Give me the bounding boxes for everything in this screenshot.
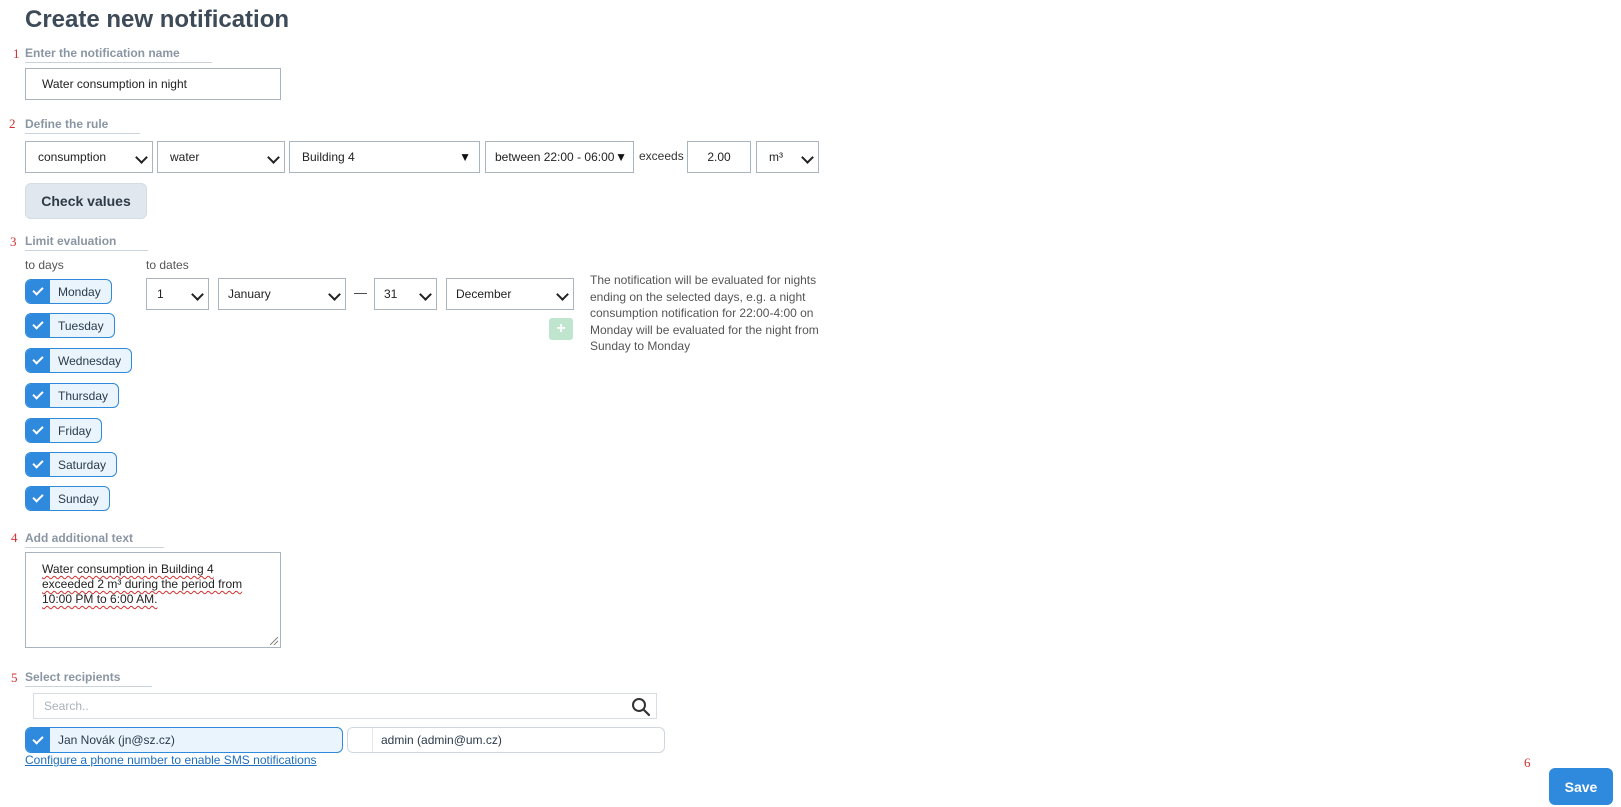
medium-select-value: water <box>170 150 200 164</box>
day-label: Saturday <box>58 457 107 472</box>
building-select[interactable]: Building 4 ▼ <box>289 141 480 173</box>
step-number-5: 5 <box>11 670 18 685</box>
step-number-2: 2 <box>9 116 16 131</box>
threshold-input[interactable]: 2.00 <box>687 141 751 173</box>
recipient-name: admin (admin@um.cz) <box>381 733 502 747</box>
chevron-down-icon <box>556 288 569 301</box>
notification-name-input[interactable]: Water consumption in night <box>25 68 281 100</box>
from-day-select[interactable]: 1 <box>146 278 209 310</box>
save-button[interactable]: Save <box>1549 768 1613 805</box>
checkbox-checked-icon <box>26 280 50 303</box>
chevron-down-icon <box>191 288 204 301</box>
step-number-1: 1 <box>13 46 20 61</box>
day-chip-tuesday[interactable]: Tuesday <box>25 313 115 338</box>
recipient-name: Jan Novák (jn@sz.cz) <box>58 733 175 747</box>
day-label: Friday <box>58 423 92 438</box>
to-month-value: December <box>456 287 512 301</box>
checkbox-checked-icon <box>26 314 50 337</box>
from-month-value: January <box>228 287 271 301</box>
select-recipients-label: Select recipients <box>25 670 152 687</box>
additional-text-value: Water consumption in Building 4 exceeded… <box>42 562 243 606</box>
evaluation-note: The notification will be evaluated for n… <box>590 273 819 353</box>
day-label: Wednesday <box>58 353 122 368</box>
checkbox-checked-icon <box>26 487 50 510</box>
to-dates-label: to dates <box>146 258 189 272</box>
checkbox-checked-icon <box>26 419 50 442</box>
checkbox-checked-icon <box>26 384 50 407</box>
resize-handle-icon[interactable] <box>270 637 278 645</box>
chevron-down-icon <box>267 151 280 164</box>
limit-evaluation-label: Limit evaluation <box>25 234 148 251</box>
check-values-button[interactable]: Check values <box>25 183 147 219</box>
metric-select-value: consumption <box>38 150 107 164</box>
checkbox-checked-icon <box>26 728 50 752</box>
from-day-value: 1 <box>157 287 164 301</box>
unit-select[interactable]: m³ <box>756 141 819 173</box>
from-month-select[interactable]: January <box>218 278 346 310</box>
day-chip-sunday[interactable]: Sunday <box>25 486 110 511</box>
to-month-select[interactable]: December <box>446 278 574 310</box>
day-label: Tuesday <box>58 318 104 333</box>
day-label: Sunday <box>58 491 99 506</box>
chevron-down-icon <box>135 151 148 164</box>
exceeds-label: exceeds <box>639 149 684 163</box>
chevron-down-icon <box>801 151 814 164</box>
day-label: Monday <box>58 284 101 299</box>
notification-name-label: Enter the notification name <box>25 46 212 63</box>
recipient-search-input[interactable]: Search.. <box>33 693 657 719</box>
additional-text-label: Add additional text <box>25 531 164 548</box>
checkbox-checked-icon <box>26 453 50 476</box>
period-select[interactable]: between 22:00 - 06:00 ▼ <box>485 141 634 173</box>
to-day-value: 31 <box>384 287 398 301</box>
chevron-down-icon <box>419 288 432 301</box>
unit-select-value: m³ <box>769 150 783 164</box>
date-range-dash: — <box>354 285 367 300</box>
caret-down-icon: ▼ <box>615 150 627 164</box>
day-chip-thursday[interactable]: Thursday <box>25 383 120 408</box>
page-title: Create new notification <box>25 6 290 33</box>
metric-select[interactable]: consumption <box>25 141 153 173</box>
search-placeholder: Search.. <box>44 699 89 713</box>
recipient-chip-jan-novak[interactable]: Jan Novák (jn@sz.cz) <box>25 727 343 753</box>
recipient-chip-admin[interactable]: admin (admin@um.cz) <box>347 727 665 753</box>
plus-icon: + <box>556 320 566 337</box>
step-number-3: 3 <box>10 234 17 249</box>
step-number-4: 4 <box>11 530 18 545</box>
caret-down-icon: ▼ <box>459 150 471 164</box>
to-day-select[interactable]: 31 <box>374 278 437 310</box>
search-icon[interactable] <box>630 696 652 718</box>
configure-sms-link[interactable]: Configure a phone number to enable SMS n… <box>25 753 317 767</box>
define-rule-label: Define the rule <box>25 117 140 134</box>
day-chip-saturday[interactable]: Saturday <box>25 452 118 477</box>
checkbox-unchecked-icon <box>348 728 373 752</box>
checkbox-checked-icon <box>26 349 50 372</box>
day-chip-wednesday[interactable]: Wednesday <box>25 348 133 373</box>
period-select-value: between 22:00 - 06:00 <box>495 150 615 164</box>
add-date-range-button[interactable]: + <box>549 318 573 340</box>
day-chip-friday[interactable]: Friday <box>25 418 103 443</box>
day-chip-monday[interactable]: Monday <box>25 279 112 304</box>
to-days-label: to days <box>25 258 64 272</box>
building-select-value: Building 4 <box>302 150 355 164</box>
medium-select[interactable]: water <box>157 141 285 173</box>
chevron-down-icon <box>328 288 341 301</box>
day-label: Thursday <box>58 388 109 403</box>
additional-text-area[interactable]: Water consumption in Building 4 exceeded… <box>25 552 281 648</box>
step-number-6: 6 <box>1524 755 1531 770</box>
